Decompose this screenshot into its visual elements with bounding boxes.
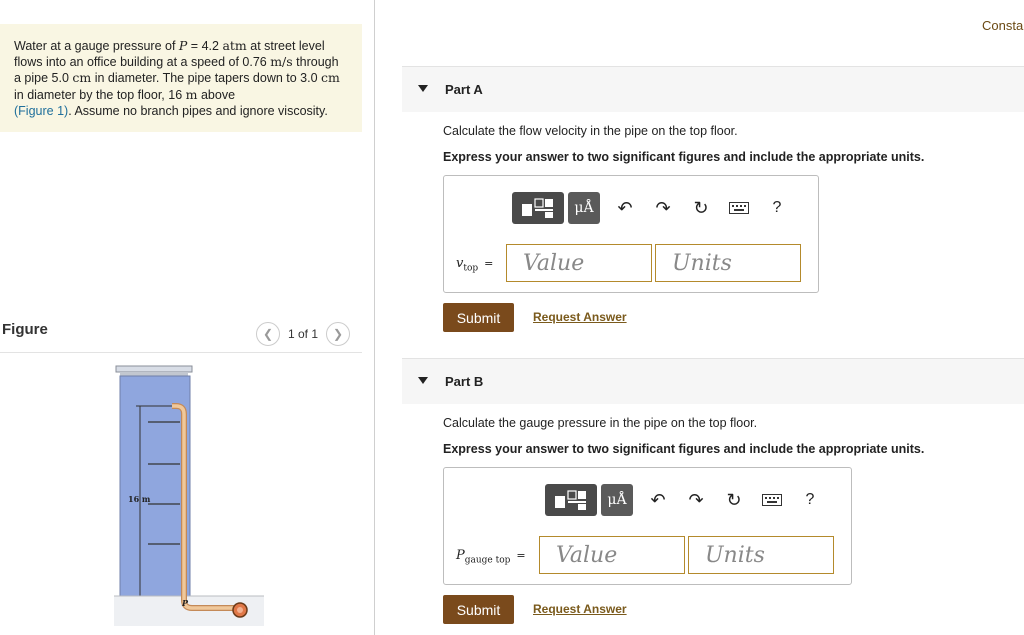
template-icon[interactable] — [512, 192, 564, 224]
redo-icon[interactable]: ↷ — [644, 192, 682, 224]
figure-heading: Figure — [2, 321, 48, 338]
valve-center — [237, 607, 243, 613]
var-subscript: gauge top — [464, 555, 511, 566]
part-a-header[interactable]: Part A — [402, 66, 1024, 112]
keyboard-icon[interactable] — [753, 484, 791, 516]
var-symbol: P — [456, 548, 465, 563]
equals-sign: = — [516, 549, 526, 562]
equals-sign: = — [484, 257, 494, 270]
problem-text: in diameter. The pipe tapers down to 3.0 — [91, 71, 322, 86]
problem-text: above — [197, 87, 236, 102]
units-icon[interactable]: μÅ — [568, 192, 600, 224]
figure-link[interactable]: (Figure 1) — [14, 104, 68, 118]
template-icon[interactable] — [545, 484, 597, 516]
part-b-instruction: Express your answer to two significant f… — [443, 442, 925, 456]
part-b-answer-box: μÅ ↶ ↷ ↻ ? Pgauge top = Value Units — [443, 467, 852, 585]
problem-text: Water at a gauge pressure of — [14, 39, 179, 53]
figure-pager: ❮ 1 of 1 ❯ — [256, 322, 351, 346]
problem-text: . Assume no branch pipes and ignore visc… — [68, 103, 328, 118]
height-label: 16 m — [128, 494, 151, 504]
template-glyph — [555, 490, 586, 510]
roof — [115, 365, 193, 373]
chevron-right-icon[interactable]: ❯ — [326, 322, 351, 346]
part-b-header[interactable]: Part B — [402, 358, 1024, 404]
part-b-toolbar: μÅ ↶ ↷ ↻ ? — [545, 484, 829, 516]
units-field[interactable]: Units — [688, 536, 834, 574]
part-a-question: Calculate the flow velocity in the pipe … — [443, 124, 738, 138]
unit-cm: cm — [321, 70, 340, 86]
caret-down-icon[interactable] — [418, 377, 428, 384]
building-pipe-figure: 16 m P — [114, 365, 264, 626]
part-a-variable: vtop = — [456, 256, 493, 274]
caret-down-icon[interactable] — [418, 85, 428, 92]
page-root: Water at a gauge pressure of P = 4.2 atm… — [0, 0, 1024, 635]
undo-icon[interactable]: ↶ — [606, 192, 644, 224]
var-subscript: top — [463, 263, 479, 274]
part-b-submit-button[interactable]: Submit — [443, 595, 514, 624]
divider — [0, 352, 362, 353]
unit-m: m — [185, 86, 198, 102]
problem-text: = 4.2 — [187, 39, 223, 53]
pager-count: 1 of 1 — [288, 327, 319, 341]
part-a-submit-button[interactable]: Submit — [443, 303, 514, 332]
help-icon[interactable]: ? — [758, 192, 796, 224]
undo-icon[interactable]: ↶ — [639, 484, 677, 516]
part-a-title: Part A — [445, 82, 483, 97]
unit-ms: m/s — [270, 54, 293, 70]
keyboard-icon[interactable] — [720, 192, 758, 224]
part-a-answer-box: μÅ ↶ ↷ ↻ ? vtop = Value Units — [443, 175, 819, 293]
unit-cm: cm — [72, 70, 92, 86]
pressure-label: P — [181, 598, 189, 608]
pipe-outline — [172, 403, 238, 611]
column-divider — [374, 0, 375, 635]
template-glyph — [522, 198, 553, 218]
redo-icon[interactable]: ↷ — [677, 484, 715, 516]
part-a-request-answer-link[interactable]: Request Answer — [533, 310, 627, 324]
problem-panel: Water at a gauge pressure of P = 4.2 atm… — [0, 0, 376, 635]
part-b-variable: Pgauge top = — [456, 548, 526, 566]
problem-statement: Water at a gauge pressure of P = 4.2 atm… — [0, 24, 362, 132]
part-a-toolbar: μÅ ↶ ↷ ↻ ? — [512, 192, 796, 224]
units-field[interactable]: Units — [655, 244, 801, 282]
problem-text: in diameter by the top floor, 16 — [14, 87, 186, 102]
part-b-request-answer-link[interactable]: Request Answer — [533, 602, 627, 616]
part-a-instruction: Express your answer to two significant f… — [443, 150, 925, 164]
units-icon[interactable]: μÅ — [601, 484, 633, 516]
value-field[interactable]: Value — [539, 536, 685, 574]
roof-edge — [120, 372, 188, 376]
chevron-left-icon[interactable]: ❮ — [256, 322, 280, 346]
part-b-title: Part B — [445, 374, 484, 389]
help-icon[interactable]: ? — [791, 484, 829, 516]
reset-icon[interactable]: ↻ — [715, 484, 753, 516]
header-link[interactable]: Consta — [982, 18, 1023, 33]
unit-atm: atm — [222, 38, 247, 53]
reset-icon[interactable]: ↻ — [682, 192, 720, 224]
value-field[interactable]: Value — [506, 244, 652, 282]
part-b-question: Calculate the gauge pressure in the pipe… — [443, 416, 758, 430]
